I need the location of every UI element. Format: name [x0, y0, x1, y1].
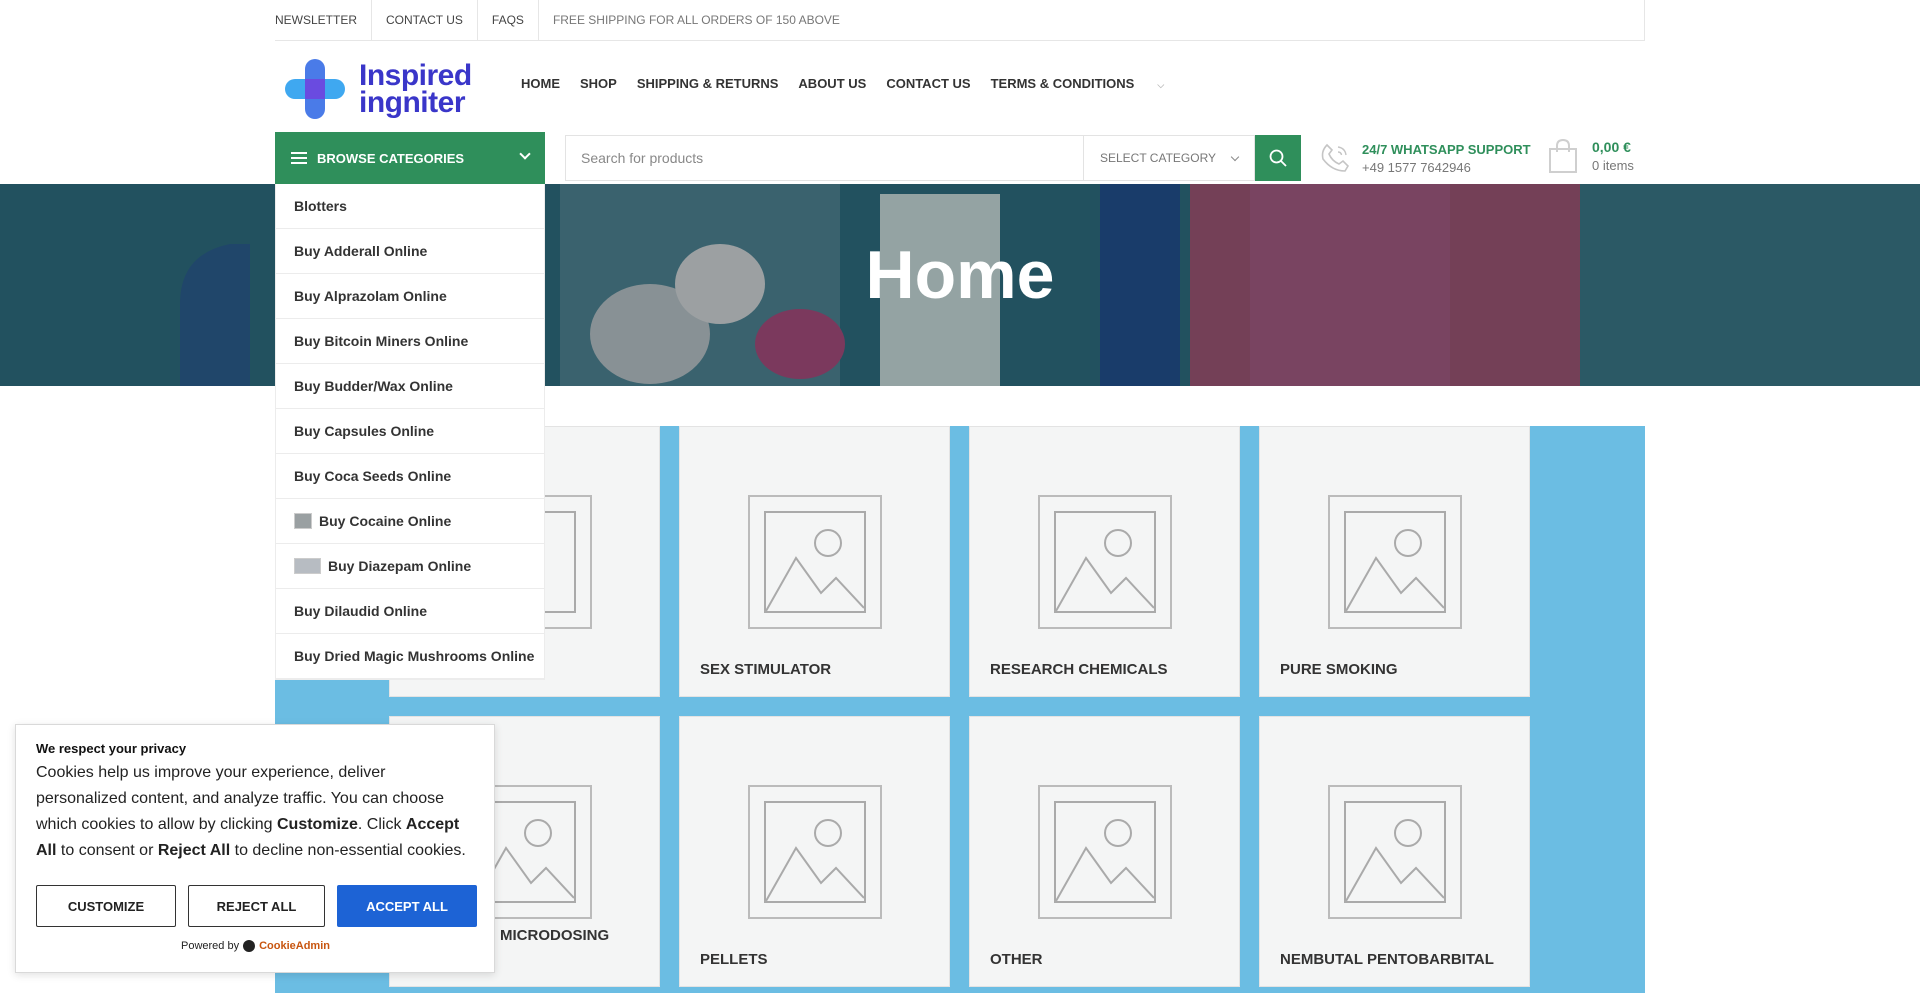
topbar-link-contact[interactable]: CONTACT US: [386, 0, 478, 41]
accept-all-button[interactable]: ACCEPT ALL: [337, 885, 477, 927]
nav-contact-us[interactable]: CONTACT US: [886, 76, 970, 91]
powered-by[interactable]: Powered by CookieAdmin: [181, 940, 330, 952]
cart-items: 0 items: [1592, 158, 1634, 173]
customize-button[interactable]: CUSTOMIZE: [36, 885, 176, 927]
category-item[interactable]: Buy Diazepam Online: [276, 544, 544, 589]
placeholder-image-icon: [1328, 495, 1462, 629]
category-dropdown: Blotters Buy Adderall Online Buy Alprazo…: [275, 184, 545, 680]
cookie-consent-banner: We respect your privacy Cookies help us …: [15, 724, 495, 973]
chevron-down-icon: [519, 148, 531, 160]
cookieadmin-brand: CookieAdmin: [259, 940, 330, 952]
placeholder-image-icon: [1038, 785, 1172, 919]
topbar-link-faqs[interactable]: FAQS: [492, 0, 539, 41]
support-title: 24/7 WHATSAPP SUPPORT: [1362, 141, 1531, 157]
logo-cross-icon: [285, 59, 345, 119]
nav-shipping-returns[interactable]: SHIPPING & RETURNS: [637, 76, 779, 91]
shipping-notice: FREE SHIPPING FOR ALL ORDERS OF 150 ABOV…: [552, 13, 840, 27]
category-item[interactable]: Buy Cocaine Online: [276, 499, 544, 544]
product-card[interactable]: RESEARCH CHEMICALS: [969, 426, 1240, 697]
support-phone: +49 1577 7642946: [1362, 159, 1471, 175]
category-item-label: Buy Diazepam Online: [328, 558, 472, 574]
chevron-down-icon: [1230, 152, 1240, 162]
category-item[interactable]: Buy Capsules Online: [276, 409, 544, 454]
product-card-label: NEMBUTAL PENTOBARBITAL: [1280, 951, 1494, 968]
placeholder-image-icon: [748, 495, 882, 629]
product-card[interactable]: OTHER: [969, 716, 1240, 987]
product-card-label: OTHER: [990, 951, 1043, 968]
placeholder-image-icon: [748, 785, 882, 919]
phone-icon: [1321, 143, 1350, 172]
category-item[interactable]: Buy Bitcoin Miners Online: [276, 319, 544, 364]
category-select-label: SELECT CATEGORY: [1100, 151, 1217, 165]
hamburger-icon: [291, 149, 307, 167]
category-item[interactable]: Buy Adderall Online: [276, 229, 544, 274]
reject-all-button[interactable]: REJECT ALL: [188, 885, 325, 927]
search-icon: [1269, 149, 1287, 167]
main-nav: HOME SHOP SHIPPING & RETURNS ABOUT US CO…: [521, 76, 1204, 91]
top-bar: NEWSLETTER CONTACT US FAQS FREE SHIPPING…: [275, 0, 1645, 41]
cart-widget[interactable]: 0,00 € 0 items: [1548, 138, 1634, 174]
nav-terms-label: TERMS & CONDITIONS: [990, 76, 1135, 91]
category-item[interactable]: Buy Budder/Wax Online: [276, 364, 544, 409]
category-select[interactable]: SELECT CATEGORY: [1083, 135, 1255, 181]
product-card[interactable]: NEMBUTAL PENTOBARBITAL: [1259, 716, 1530, 987]
placeholder-image-icon: [1328, 785, 1462, 919]
logo-text: Inspired ingniter: [359, 59, 472, 119]
product-card-label: PURE SMOKING: [1280, 661, 1398, 678]
product-card[interactable]: PURE SMOKING: [1259, 426, 1530, 697]
category-item[interactable]: Buy Alprazolam Online: [276, 274, 544, 319]
nav-shop[interactable]: SHOP: [580, 76, 617, 91]
browse-label: BROWSE CATEGORIES: [317, 150, 465, 166]
product-card-label: SEX STIMULATOR: [700, 661, 832, 678]
search-input[interactable]: Search for products: [565, 135, 1083, 181]
cookie-heading: We respect your privacy: [36, 741, 187, 756]
browse-categories-button[interactable]: BROWSE CATEGORIES: [275, 132, 545, 184]
product-card-label: MICRODOSING: [500, 927, 610, 944]
category-item[interactable]: Buy Coca Seeds Online: [276, 454, 544, 499]
nav-terms[interactable]: TERMS & CONDITIONS ⌵: [991, 76, 1185, 91]
shopping-bag-icon: [1549, 138, 1577, 173]
product-card[interactable]: PELLETS: [679, 716, 950, 987]
nav-home[interactable]: HOME: [521, 76, 560, 91]
category-item[interactable]: Blotters: [276, 184, 544, 229]
cookieadmin-logo-icon: [243, 940, 256, 952]
placeholder-image-icon: [1038, 495, 1172, 629]
category-item[interactable]: Buy Dilaudid Online: [276, 589, 544, 634]
search-button[interactable]: [1255, 135, 1301, 181]
category-item-label: Buy Cocaine Online: [319, 513, 452, 529]
site-logo[interactable]: Inspired ingniter: [283, 55, 473, 123]
product-card-label: PELLETS: [700, 951, 768, 968]
powered-by-label: Powered by: [181, 940, 240, 952]
product-card[interactable]: SEX STIMULATOR: [679, 426, 950, 697]
cart-total: 0,00 €: [1592, 139, 1631, 155]
chevron-down-icon: ⌵: [1157, 80, 1165, 90]
category-item[interactable]: Buy Dried Magic Mushrooms Online: [276, 634, 544, 679]
cookie-body: Cookies help us improve your experience,…: [36, 764, 466, 859]
category-thumbnail: [294, 558, 321, 574]
category-thumbnail: [294, 513, 312, 529]
nav-about-us[interactable]: ABOUT US: [798, 76, 866, 91]
topbar-link-newsletter[interactable]: NEWSLETTER: [275, 0, 373, 41]
product-card-label: RESEARCH CHEMICALS: [990, 661, 1168, 678]
whatsapp-support[interactable]: 24/7 WHATSAPP SUPPORT +49 1577 7642946: [1318, 138, 1531, 178]
